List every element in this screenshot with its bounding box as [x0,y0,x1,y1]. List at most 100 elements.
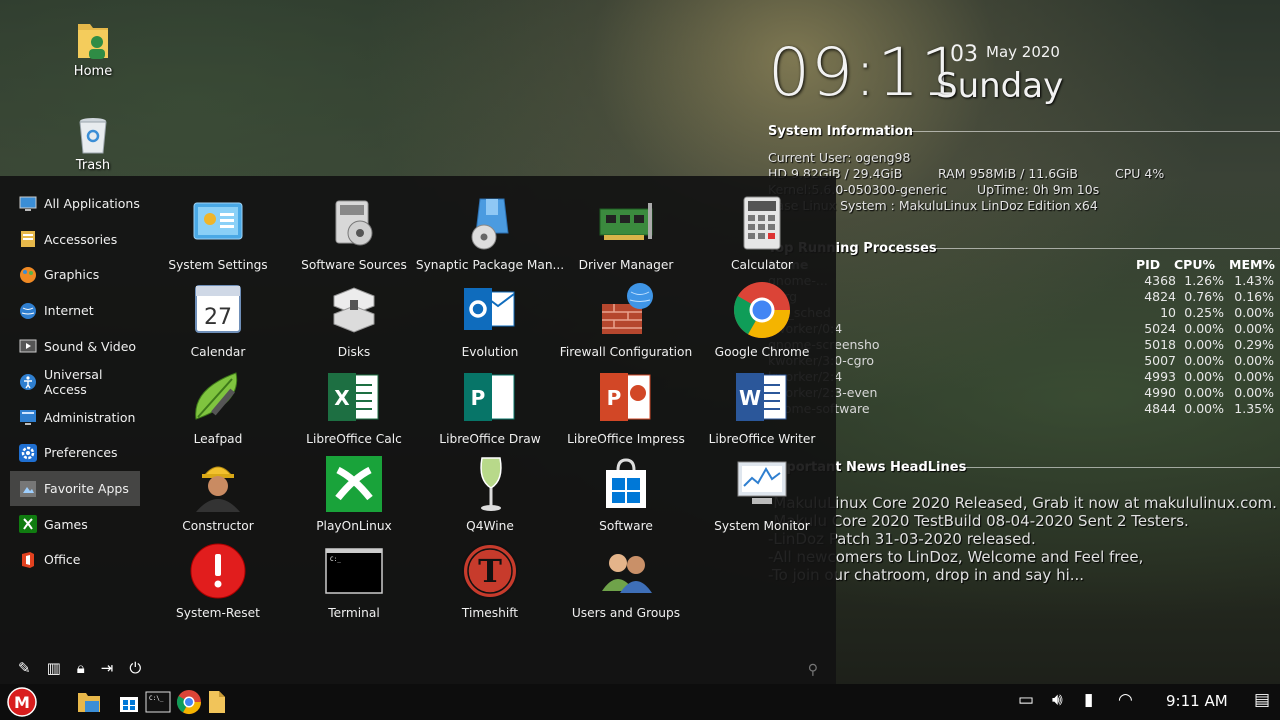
category-favorite-apps[interactable]: Favorite Apps [10,470,140,507]
app-evolution[interactable]: Evolution [422,273,558,360]
app-terminal[interactable]: C:_ Terminal [286,534,422,621]
process-cpu: 0.00% [1184,353,1224,368]
app-libreoffice-draw[interactable]: P LibreOffice Draw [422,360,558,447]
globe-icon [18,301,38,321]
battery-icon[interactable]: ▮ [1084,690,1093,710]
terminal-icon: C:\_ [145,691,171,713]
logout-icon[interactable]: ⇥ [101,659,114,677]
app-label: Leafpad [193,432,243,446]
app-playonlinux[interactable]: PlayOnLinux [286,447,422,534]
news-item: -LinDoz Patch 31-03-2020 released. [768,530,1036,548]
menu-actions: ✎ ▥ 🔒︎ ⇥ ⏻ [18,659,141,677]
system-monitor-icon [731,453,793,515]
app-driver-manager[interactable]: Driver Manager [558,186,694,273]
svg-text:X: X [334,386,350,410]
search-icon[interactable]: ⚲ [808,662,818,678]
taskbar-chrome[interactable] [174,687,204,717]
app-software[interactable]: Software [558,447,694,534]
taskbar-folder[interactable] [202,687,232,717]
start-menu: All Applications Accessories Graphics Inter… [0,176,836,684]
app-calendar[interactable]: 27 Calendar [150,273,286,360]
app-leafpad[interactable]: Leafpad [150,360,286,447]
app-timeshift[interactable]: T Timeshift [422,534,558,621]
app-label: LibreOffice Writer [708,432,816,446]
app-libreoffice-impress[interactable]: P LibreOffice Impress [558,360,694,447]
app-label: Firewall Configuration [559,345,693,359]
file-manager-icon [78,693,100,712]
app-libreoffice-calc[interactable]: X LibreOffice Calc [286,360,422,447]
app-firewall-configuration[interactable]: Firewall Configuration [558,273,694,360]
category-administration[interactable]: Administration [10,400,140,436]
app-system-monitor[interactable]: System Monitor [694,447,830,534]
warning-icon [187,540,249,602]
sysinfo-divider [912,131,1280,132]
app-label: Driver Manager [578,258,674,272]
process-pid: 4844 [1144,401,1176,416]
process-mem: 0.16% [1234,289,1274,304]
app-software-sources[interactable]: Software Sources [286,186,422,273]
process-cpu: 0.00% [1184,385,1224,400]
news-item: -Makulu Core 2020 TestBuild 08-04-2020 S… [768,512,1189,530]
taskbar-file-manager[interactable] [74,687,104,717]
process-pid: 4824 [1144,289,1176,304]
app-system-reset[interactable]: System-Reset [150,534,286,621]
process-mem: 0.00% [1234,369,1274,384]
wifi-icon[interactable]: ◠ [1118,690,1133,710]
disks-icon [323,279,385,341]
trash-icon [79,118,107,154]
category-all-applications[interactable]: All Applications [10,186,140,222]
category-office[interactable]: Office [10,542,140,578]
app-libreoffice-writer[interactable]: W LibreOffice Writer [694,360,830,447]
taskbar-store[interactable] [114,687,144,717]
app-disks[interactable]: Disks [286,273,422,360]
app-label: Users and Groups [571,606,681,620]
gear-icon [18,443,38,463]
category-universal-access[interactable]: Universal Access [10,364,140,400]
desktop-icon-home[interactable]: Home [53,20,133,79]
accessories-icon [18,229,38,249]
display-icon[interactable]: ▭ [1018,690,1034,710]
power-icon[interactable]: ⏻ [129,659,141,677]
process-pid: 4993 [1144,369,1176,384]
start-button[interactable]: M [6,687,38,717]
category-games[interactable]: Games [10,506,140,542]
switch-user-icon[interactable]: ▥ [47,659,61,677]
category-sound-video[interactable]: Sound & Video [10,328,140,364]
process-mem: 0.00% [1234,321,1274,336]
category-graphics[interactable]: Graphics [10,257,140,293]
app-google-chrome[interactable]: Google Chrome [694,273,830,360]
publisher-icon: P [459,366,521,428]
category-label: Universal Access [44,366,103,397]
news-item: -All newcomers to LinDoz, Welcome and Fe… [768,548,1144,566]
app-calculator[interactable]: Calculator [694,186,830,273]
conky-day: 03 [950,42,978,67]
proc-header-mem: MEM% [1229,257,1275,272]
app-system-settings[interactable]: System Settings [150,186,286,273]
app-label: Synaptic Package Man... [415,258,565,272]
category-label: Accessories [44,231,118,247]
desktop-icon-trash[interactable]: Trash [53,114,133,173]
category-internet[interactable]: Internet [10,293,140,329]
app-label: Calendar [190,345,246,359]
software-sources-icon [323,192,385,254]
pen-icon[interactable]: ✎ [18,659,31,677]
app-users-and-groups[interactable]: Users and Groups [558,534,694,621]
news-item: -To join our chatroom, drop in and say h… [768,566,1085,584]
lock-icon[interactable]: 🔒︎ [77,659,85,677]
taskbar-clock[interactable]: 9:11 AM [1166,692,1228,710]
process-mem: 1.43% [1234,273,1274,288]
app-label: LibreOffice Impress [567,432,685,446]
app-synaptic-package-man[interactable]: Synaptic Package Man... [416,186,564,273]
office-icon [18,550,38,570]
taskbar-terminal[interactable]: C:\_ [143,687,173,717]
synaptic-icon [459,192,521,254]
volume-icon[interactable]: 🔊︎ [1052,690,1063,710]
category-preferences[interactable]: Preferences [10,435,140,471]
app-constructor[interactable]: Constructor [150,447,286,534]
store-icon [120,697,138,712]
process-cpu: 0.00% [1184,401,1224,416]
category-accessories[interactable]: Accessories [10,222,140,258]
app-q4wine[interactable]: Q4Wine [422,447,558,534]
svg-text:P: P [471,386,486,410]
notifications-icon[interactable]: ▤ [1254,690,1270,710]
